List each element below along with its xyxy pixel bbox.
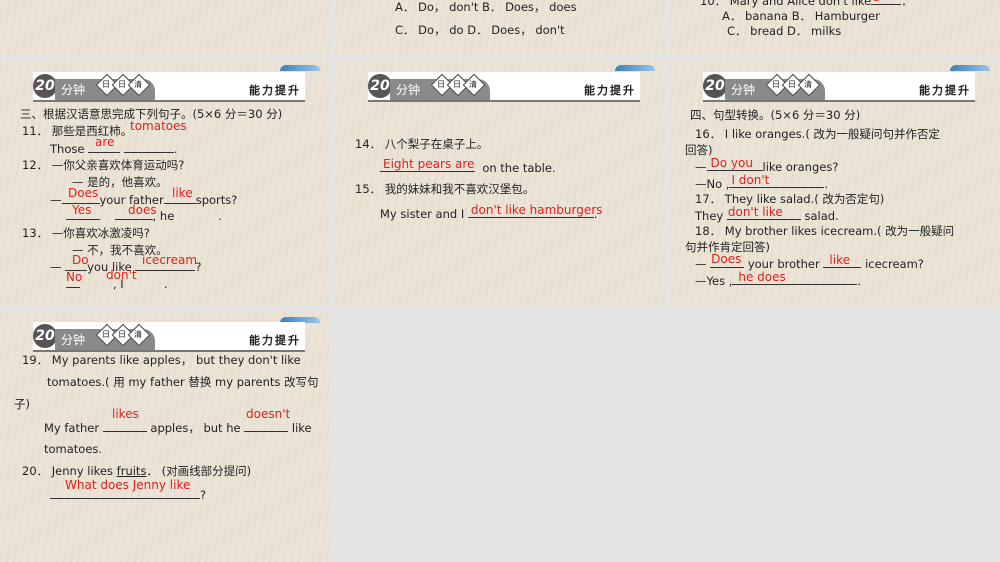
logo-icon (615, 65, 655, 71)
minutes-label: 分钟 (61, 83, 86, 97)
slide-header: 20 分钟 日 日 清 能力提升 (33, 72, 305, 102)
q12-answer-2: like (172, 186, 193, 200)
daily-char: 清 (804, 80, 812, 89)
q17: 17． They like salad.( 改为否定句) (695, 192, 885, 206)
options-line-2: C． bread D． milks (727, 24, 842, 38)
slide-thumb-top-right[interactable]: 10． Mary and Alice don't likeC ． A． banan… (670, 0, 1000, 55)
section-label: 能力提升 (919, 84, 971, 97)
slide-thumb-d[interactable]: 20 分钟 日 日 清 能力提升 19． My parents like appl… (0, 312, 330, 562)
slide-header: 20 分钟 日 日 清 能力提升 (703, 72, 975, 102)
q12-answer-1: Does (68, 186, 99, 200)
options-line-1: A． banana B． Hamburger (722, 9, 880, 23)
minutes-label: 分钟 (731, 83, 756, 97)
q18: 18． My brother likes icecream.( 改为一般疑问 (695, 224, 955, 238)
q10-end: ． (901, 0, 913, 8)
slide-thumb-c[interactable]: 20 分钟 日 日 清 能力提升 四、句型转换。(5×6 分＝30 分) 16． … (670, 60, 1000, 305)
logo-icon (950, 65, 990, 71)
q20: 20． Jenny likes fruits． (对画线部分提问) (22, 464, 252, 478)
q18-answer-1: Does (711, 252, 742, 266)
q17-line: They don't like salad. (695, 205, 839, 224)
q14-answer: Eight pears are (383, 157, 475, 171)
q20-line: ? (50, 487, 206, 502)
q17-answer: don't like (727, 205, 783, 219)
logo-icon (280, 65, 320, 71)
q16-answer-1: Do you (710, 156, 753, 170)
number-badge: 20 (33, 74, 57, 98)
q13-answer-3: No (66, 270, 83, 284)
daily-char: 清 (134, 80, 142, 89)
slide-thumb-top-mid[interactable]: A． Do， don't B． Does， does C． Do， do D． … (335, 0, 665, 55)
slide-thumb-b[interactable]: 20 分钟 日 日 清 能力提升 14． 八个梨子在桌子上。 Eight pear… (335, 60, 665, 305)
slide-header: 20 分钟 日 日 清 能力提升 (368, 72, 640, 102)
q11: 11． 那些是西红柿。 (22, 124, 133, 138)
q19: 19． My parents like apples， but they don… (22, 353, 301, 367)
q14: 14． 八个梨子在桌子上。 (355, 137, 489, 151)
q14-line: Eight pears are on the table. (380, 157, 556, 175)
section-label: 能力提升 (249, 334, 301, 347)
daily-char: 清 (469, 80, 477, 89)
q16-answer-2: I don't (731, 173, 770, 187)
q13-answer-1: Do (72, 253, 89, 267)
q19-cont: tomatoes.( 用 my father 替换 my parents 改写句 (47, 375, 319, 389)
q18-line-1: — Does your brother like icecream? (695, 252, 924, 272)
q11-answer-2: tomatoes (130, 119, 187, 133)
section-title: 四、句型转换。(5×6 分＝30 分) (690, 108, 861, 122)
q15: 15． 我的妹妹和我不喜欢汉堡包。 (355, 182, 535, 196)
slide-header: 20 分钟 日 日 清 能力提升 (33, 322, 305, 352)
q15-line: My sister and I don't like hamburgers. (380, 203, 603, 222)
minutes-label: 分钟 (396, 83, 421, 97)
minutes-label: 分钟 (61, 333, 86, 347)
q16-cont: 回答) (685, 143, 713, 157)
q16-line-1: — Do you like oranges? (695, 156, 839, 175)
number-badge: 20 (33, 324, 57, 348)
q19-line: My father apples， but he like (44, 421, 312, 435)
q13-answer-4: don't (106, 268, 137, 282)
section-label: 能力提升 (584, 84, 636, 97)
slide-thumb-top-left[interactable] (0, 0, 330, 55)
options-line-2: C． Do， do D． Does， don't (395, 23, 565, 37)
slide-thumb-a[interactable]: 20 分钟 日 日 清 能力提升 三、根据汉语意思完成下列句子。(5×6 分＝30… (0, 60, 330, 305)
q19-cont-2: 子) (14, 397, 30, 411)
q12-answer-4: does (128, 203, 157, 217)
q19-line-2: tomatoes. (44, 442, 103, 456)
options-line-1: A． Do， don't B． Does， does (395, 0, 577, 14)
q16-line-2: —No ,I don't. (695, 173, 829, 192)
number-badge: 20 (368, 74, 392, 98)
q16: 16． I like oranges.( 改为一般疑问句并作否定 (695, 127, 940, 141)
q18-answer-3: he does (738, 270, 786, 284)
q13-answer-2: icecream (142, 253, 198, 267)
q15-answer: don't like hamburgers (470, 203, 603, 217)
q18-answer-2: like (829, 253, 850, 267)
section-label: 能力提升 (249, 84, 301, 97)
number-badge: 20 (703, 74, 727, 98)
daily-char: 清 (134, 330, 142, 339)
q13: 13． —你喜欢冰激凌吗? (22, 226, 150, 240)
q12-answer-3: Yes (72, 203, 92, 217)
q18-line-2: —Yes , he does. (695, 270, 862, 289)
q12: 12． —你父亲喜欢体育运动吗? (22, 158, 185, 172)
q10-answer: C (871, 0, 879, 4)
q10: 10． Mary and Alice don't likeC ． (700, 0, 913, 8)
q11-answer-1: are (95, 135, 115, 149)
q10-text: 10． Mary and Alice don't like (700, 0, 872, 8)
